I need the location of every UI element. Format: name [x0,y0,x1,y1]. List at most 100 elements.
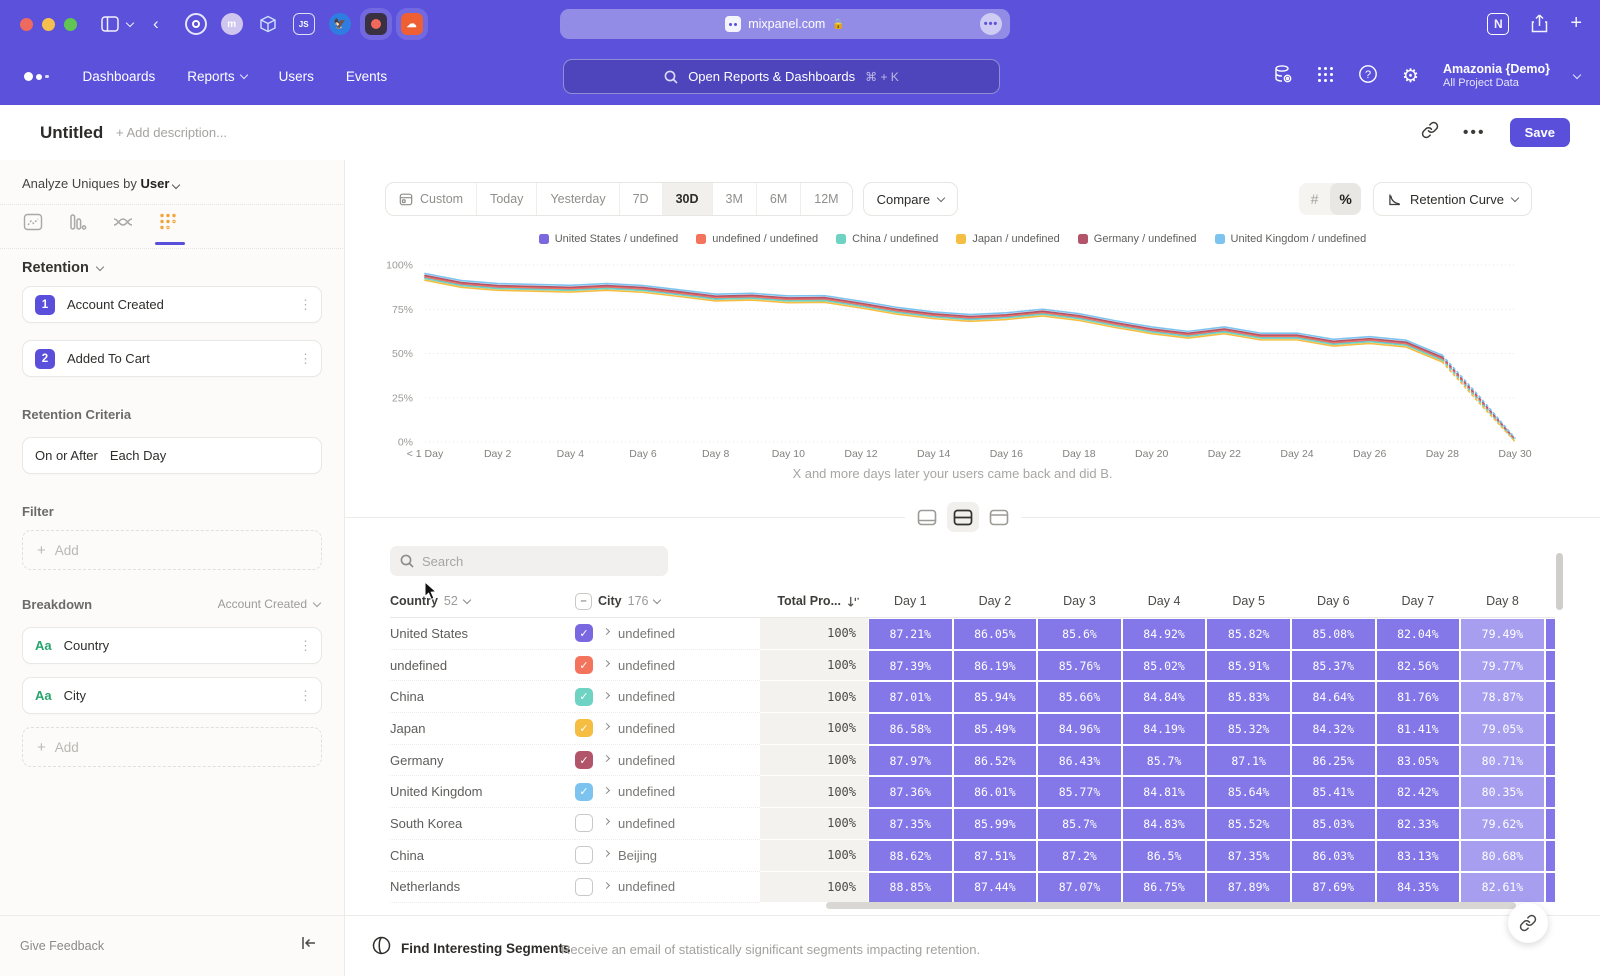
data-management-icon[interactable] [1273,64,1293,89]
day-column-header[interactable]: Day 3 [1037,594,1122,608]
cloud-extension-icon[interactable]: ☁ [401,13,423,35]
expand-row-icon[interactable] [603,628,610,635]
expand-row-icon[interactable] [603,723,610,730]
layout-chart-only-button[interactable] [911,502,943,532]
expand-row-icon[interactable] [603,882,610,889]
save-button[interactable]: Save [1510,118,1570,147]
day-column-header[interactable]: Day 6 [1291,594,1376,608]
retention-step-1[interactable]: 1 Account Created ⋮ [22,286,322,323]
close-window-icon[interactable] [20,18,33,31]
retention-section-header[interactable]: Retention [22,260,103,276]
unit-percent-button[interactable]: % [1330,183,1361,215]
project-switcher[interactable]: Amazonia {Demo} All Project Data [1443,62,1550,91]
breakdown-city-label[interactable]: City [64,688,287,703]
cube-extension-icon[interactable] [257,13,279,35]
new-tab-icon[interactable]: + [1570,12,1582,35]
row-checkbox[interactable]: ✓ [575,624,593,642]
row-checkbox[interactable] [575,814,593,832]
expand-row-icon[interactable] [603,850,610,857]
js-extension-icon[interactable]: JS [293,13,315,35]
window-controls[interactable] [20,18,77,31]
table-search-input[interactable] [422,554,642,569]
address-bar[interactable]: mixpanel.com 🔒 ••• [560,9,1010,39]
day-column-header[interactable]: Day 5 [1206,594,1291,608]
total-column-header[interactable]: Total Pro... [760,594,868,608]
target-extension-icon[interactable] [185,13,207,35]
settings-gear-icon[interactable]: ⚙ [1402,65,1419,88]
layout-table-only-button[interactable] [983,502,1015,532]
find-interesting-segments-link[interactable]: Find Interesting Segments [401,941,571,956]
tab-flows-icon[interactable] [112,211,134,233]
chart-type-dropdown[interactable]: Retention Curve [1373,182,1532,216]
select-all-checkbox[interactable]: – [575,593,592,610]
breakdown-event-dropdown[interactable]: Account Created [218,597,320,611]
range-30d[interactable]: 30D [663,183,713,215]
row-checkbox[interactable]: ✓ [575,719,593,737]
back-icon[interactable]: ‹ [153,14,159,34]
expand-row-icon[interactable] [603,692,610,699]
nav-item-dashboards[interactable]: Dashboards [83,69,156,84]
row-checkbox[interactable]: ✓ [575,688,593,706]
share-icon[interactable] [1531,14,1548,33]
legend-item[interactable]: United States / undefined [539,233,679,245]
step-1-event[interactable]: Account Created [67,297,287,312]
add-filter-button[interactable]: + Add [22,530,322,570]
report-title[interactable]: Untitled [40,123,103,143]
day-column-header[interactable]: Day 1 [868,594,953,608]
analyze-entity-dropdown[interactable]: User [141,176,170,191]
zoom-window-icon[interactable] [64,18,77,31]
compare-button[interactable]: Compare [863,182,958,216]
give-feedback-link[interactable]: Give Feedback [20,939,104,953]
layout-split-button[interactable] [947,502,979,532]
unit-count-button[interactable]: # [1299,183,1330,215]
add-breakdown-button[interactable]: + Add [22,727,322,767]
row-checkbox[interactable] [575,846,593,864]
breakdown-city[interactable]: Aa City ⋮ [22,677,322,714]
row-checkbox[interactable]: ✓ [575,751,593,769]
expand-row-icon[interactable] [603,818,610,825]
range-custom[interactable]: Custom [386,183,477,215]
expand-row-icon[interactable] [603,787,610,794]
breakdown-country-label[interactable]: Country [64,638,287,653]
table-horizontal-scrollbar[interactable] [826,902,1516,909]
legend-item[interactable]: undefined / undefined [696,233,818,245]
row-checkbox[interactable]: ✓ [575,656,593,674]
day-column-header[interactable]: Day 7 [1376,594,1461,608]
collapse-sidebar-icon[interactable] [301,936,317,955]
mixpanel-logo-icon[interactable] [24,72,49,81]
nav-item-users[interactable]: Users [279,69,314,84]
global-search-button[interactable]: Open Reports & Dashboards ⌘ + K [563,59,1000,94]
nav-item-events[interactable]: Events [346,69,387,84]
retention-criteria-card[interactable]: On or After Each Day [22,437,322,474]
country-column-header[interactable]: Country 52 [390,594,575,608]
legend-item[interactable]: United Kingdom / undefined [1215,233,1367,245]
breakdown-country[interactable]: Aa Country ⋮ [22,627,322,664]
tab-overview-chevron-icon[interactable] [127,23,133,26]
legend-item[interactable]: Japan / undefined [956,233,1059,245]
range-7d[interactable]: 7D [620,183,663,215]
city-column-header[interactable]: – City 176 [575,593,760,610]
range-12m[interactable]: 12M [801,183,851,215]
expand-row-icon[interactable] [603,660,610,667]
step-2-event[interactable]: Added To Cart [67,351,287,366]
range-6m[interactable]: 6M [757,183,801,215]
notion-extension-icon[interactable]: N [1487,13,1509,35]
tab-funnels-icon[interactable] [67,211,89,233]
retention-step-2[interactable]: 2 Added To Cart ⋮ [22,340,322,377]
breakdown-country-menu-icon[interactable]: ⋮ [299,644,309,648]
tab-retention-icon[interactable] [157,211,179,233]
criteria-each-day[interactable]: Each Day [110,448,309,463]
step-2-menu-icon[interactable]: ⋮ [299,357,309,361]
criteria-on-or-after[interactable]: On or After [35,448,98,463]
help-icon[interactable]: ? [1358,64,1378,89]
m-extension-icon[interactable]: m [221,13,243,35]
row-checkbox[interactable] [575,878,593,896]
day-column-header[interactable]: Day 8 [1460,594,1545,608]
range-yesterday[interactable]: Yesterday [537,183,619,215]
share-link-fab[interactable] [1508,903,1548,943]
expand-row-icon[interactable] [603,755,610,762]
copy-link-icon[interactable] [1421,121,1439,144]
range-today[interactable]: Today [477,183,537,215]
row-checkbox[interactable]: ✓ [575,783,593,801]
day-column-header[interactable]: Day 2 [953,594,1038,608]
